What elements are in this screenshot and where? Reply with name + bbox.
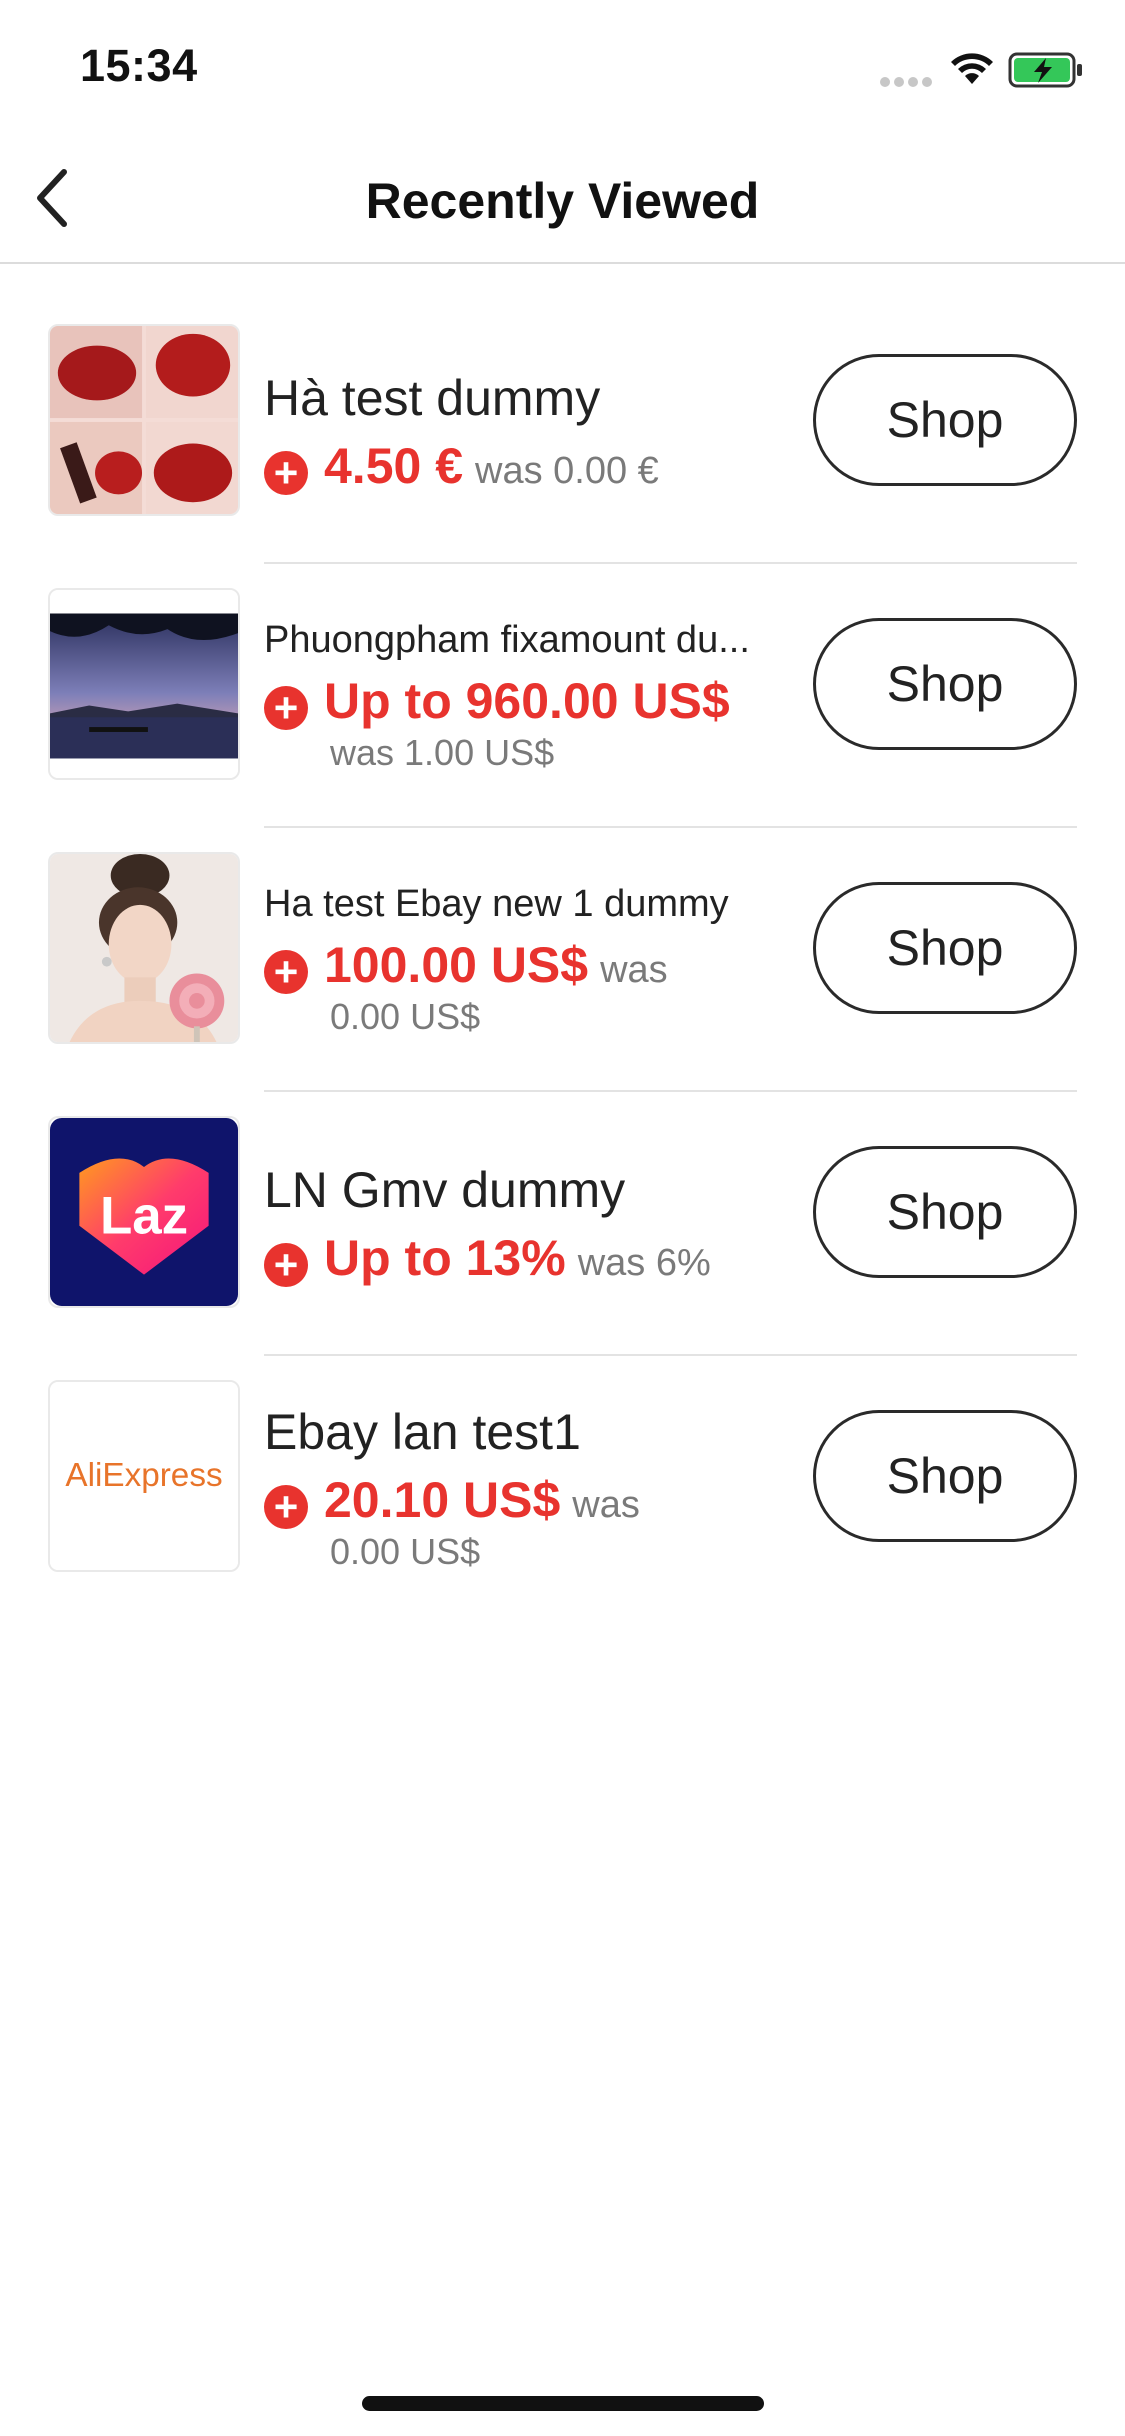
list-item[interactable]: Laz LN Gmv dummy + Up to 13% was 6% Shop: [0, 1092, 1125, 1356]
item-info: Ha test Ebay new 1 dummy + 100.00 US$ wa…: [264, 828, 804, 1092]
item-price: 100.00 US$: [324, 936, 589, 993]
home-indicator[interactable]: [362, 2396, 764, 2411]
cellular-signal-icon: [880, 74, 936, 87]
wifi-icon: [951, 53, 993, 84]
price-line: + 4.50 € was 0.00 €: [264, 437, 804, 495]
battery-charging-icon: [1008, 52, 1082, 88]
lake-sunset-photo-image: [50, 590, 238, 778]
item-was-price: 0.00 US$: [330, 1531, 481, 1572]
shop-button[interactable]: Shop: [813, 1410, 1077, 1542]
item-price: Up to 960.00 US$: [324, 672, 730, 729]
status-bar: 15:34: [0, 0, 1125, 132]
price-line: + Up to 13% was 6%: [264, 1229, 804, 1287]
list-item[interactable]: Hà test dummy + 4.50 € was 0.00 € Shop: [0, 300, 1125, 564]
shop-button[interactable]: Shop: [813, 618, 1077, 750]
item-price: 20.10 US$: [324, 1472, 561, 1528]
item-info: Hà test dummy + 4.50 € was 0.00 €: [264, 300, 804, 564]
item-info: Ebay lan test1 + 20.10 US$ was 0.00 US$: [264, 1356, 804, 1620]
item-info: LN Gmv dummy + Up to 13% was 6%: [264, 1092, 804, 1356]
item-was-price: was 0.00 €: [475, 450, 659, 492]
aliexpress-logo: AliExpress: [50, 1382, 238, 1570]
lazada-logo-text: Laz: [100, 1187, 188, 1246]
lazada-logo: Laz: [50, 1118, 238, 1306]
item-info: Phuongpham fixamount du... + Up to 960.0…: [264, 564, 804, 828]
item-price: Up to 13%: [324, 1230, 566, 1286]
recently-viewed-list: Hà test dummy + 4.50 € was 0.00 € Shop P…: [0, 300, 1125, 1620]
list-item[interactable]: Phuongpham fixamount du... + Up to 960.0…: [0, 564, 1125, 828]
product-thumbnail: Laz: [48, 1116, 240, 1308]
aliexpress-logo-text: AliExpress: [65, 1457, 222, 1494]
list-item[interactable]: Ha test Ebay new 1 dummy + 100.00 US$ wa…: [0, 828, 1125, 1092]
plus-icon: +: [264, 1243, 308, 1287]
item-was-price: was 1.00 US$: [330, 731, 555, 773]
item-price: 4.50 €: [324, 438, 464, 494]
portrait-photo-image: [50, 854, 238, 1042]
lipstick-photo-image: [50, 326, 238, 514]
list-item[interactable]: AliExpress Ebay lan test1 + 20.10 US$ wa…: [0, 1356, 1125, 1620]
item-title: Hà test dummy: [264, 370, 601, 426]
plus-icon: +: [264, 1485, 308, 1529]
price-line: + Up to 960.00 US$: [264, 672, 804, 730]
price-line: + 100.00 US$ was: [264, 936, 804, 994]
product-thumbnail: [48, 588, 240, 780]
item-title: LN Gmv dummy: [264, 1162, 626, 1218]
shop-button[interactable]: Shop: [813, 882, 1077, 1014]
nav-bar: Recently Viewed: [0, 132, 1125, 264]
product-thumbnail: [48, 852, 240, 1044]
shop-button[interactable]: Shop: [813, 354, 1077, 486]
item-title: Ha test Ebay new 1 dummy: [264, 882, 729, 925]
plus-icon: +: [264, 451, 308, 495]
item-was-label: was: [572, 1484, 640, 1526]
product-thumbnail: AliExpress: [48, 1380, 240, 1572]
status-time: 15:34: [80, 40, 198, 91]
price-line: + 20.10 US$ was: [264, 1471, 804, 1529]
product-thumbnail: [48, 324, 240, 516]
item-title: Phuongpham fixamount du...: [264, 618, 750, 661]
item-title: Ebay lan test1: [264, 1404, 581, 1460]
shop-button[interactable]: Shop: [813, 1146, 1077, 1278]
item-was-price: was 6%: [577, 1242, 711, 1284]
plus-icon: +: [264, 685, 308, 730]
plus-icon: +: [264, 949, 308, 994]
item-was-label: was: [600, 948, 668, 991]
item-was-price: 0.00 US$: [330, 995, 481, 1037]
page-title: Recently Viewed: [365, 173, 760, 229]
